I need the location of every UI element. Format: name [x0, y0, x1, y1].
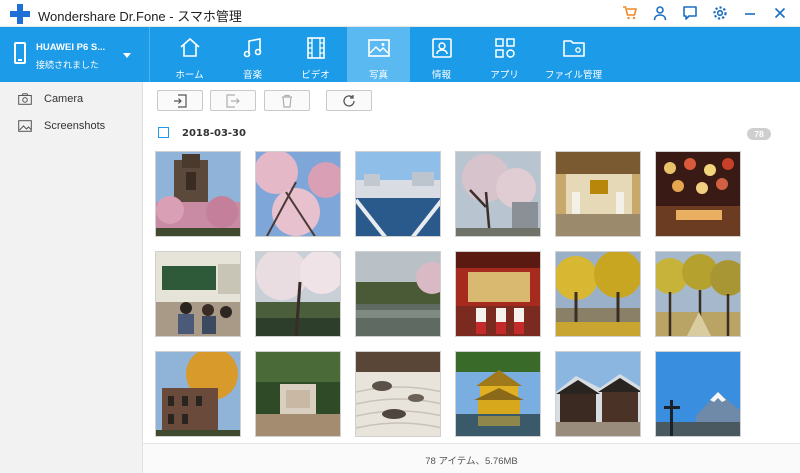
- contacts-icon: [431, 38, 452, 58]
- chevron-down-icon[interactable]: [123, 53, 131, 58]
- folder-icon: [562, 40, 585, 57]
- tab-label: 情報: [431, 70, 451, 81]
- close-icon[interactable]: [770, 3, 790, 23]
- phone-icon: [14, 42, 26, 64]
- title-bar: Wondershare Dr.Fone - スマホ管理: [0, 0, 800, 27]
- photo-thumbnail[interactable]: [155, 151, 241, 237]
- photo-main-panel: 2018-03-30 78 78 アイテム、5.76MB: [143, 82, 800, 473]
- photo-thumbnail[interactable]: [655, 151, 741, 237]
- export-icon: [226, 93, 240, 108]
- status-bar: 78 アイテム、5.76MB: [143, 443, 800, 473]
- tab-apps[interactable]: アプリ: [473, 27, 536, 82]
- cart-icon[interactable]: [620, 3, 640, 23]
- photo-thumbnail[interactable]: [555, 351, 641, 437]
- tab-file-manager[interactable]: ファイル管理: [536, 27, 611, 82]
- photo-icon: [367, 39, 390, 57]
- app-title: Wondershare Dr.Fone - スマホ管理: [38, 9, 242, 24]
- import-button[interactable]: [157, 90, 203, 111]
- minimize-icon[interactable]: [740, 3, 760, 23]
- device-name: HUAWEI P6 S...: [36, 42, 106, 53]
- tab-label: ファイル管理: [544, 70, 602, 81]
- photo-count-badge: 78: [747, 128, 771, 140]
- photo-thumbnail[interactable]: [255, 351, 341, 437]
- settings-gear-icon[interactable]: [710, 3, 730, 23]
- photo-thumbnail[interactable]: [555, 251, 641, 337]
- nav-bar: HUAWEI P6 S... 接続されました ホーム 音楽 ビデオ 写真 情報 …: [0, 27, 800, 82]
- photo-thumbnail[interactable]: [655, 351, 741, 437]
- photo-thumbnail[interactable]: [555, 151, 641, 237]
- trash-icon: [282, 94, 292, 108]
- tab-photos[interactable]: 写真: [347, 27, 410, 82]
- feedback-icon[interactable]: [680, 3, 700, 23]
- tab-music[interactable]: 音楽: [221, 27, 284, 82]
- photo-toolbar: [143, 82, 800, 116]
- tab-label: ビデオ: [301, 70, 330, 81]
- tab-label: 音楽: [242, 70, 262, 81]
- group-date: 2018-03-30: [182, 128, 246, 139]
- photo-thumbnail[interactable]: [455, 351, 541, 437]
- photo-thumbnail[interactable]: [655, 251, 741, 337]
- home-icon: [179, 37, 200, 57]
- photo-thumbnail[interactable]: [255, 151, 341, 237]
- tab-home[interactable]: ホーム: [158, 27, 221, 82]
- photo-thumbnail[interactable]: [455, 251, 541, 337]
- screenshots-icon: [18, 120, 32, 132]
- import-icon: [174, 93, 187, 108]
- photo-thumbnail[interactable]: [155, 351, 241, 437]
- sidebar-item-camera[interactable]: Camera: [18, 90, 83, 108]
- device-selector[interactable]: HUAWEI P6 S... 接続されました: [0, 27, 150, 82]
- delete-button[interactable]: [264, 90, 310, 111]
- sidebar-item-label: Camera: [44, 93, 84, 105]
- status-summary: 78 アイテム、5.76MB: [425, 456, 518, 467]
- video-icon: [306, 37, 325, 59]
- sidebar-item-screenshots[interactable]: Screenshots: [18, 117, 105, 135]
- photo-thumbnail[interactable]: [455, 151, 541, 237]
- tab-info[interactable]: 情報: [410, 27, 473, 82]
- photo-thumbnail[interactable]: [355, 251, 441, 337]
- drfone-logo-icon: [10, 4, 30, 24]
- photo-thumbnail[interactable]: [355, 351, 441, 437]
- refresh-button[interactable]: [326, 90, 372, 111]
- date-group-header: 2018-03-30 78: [143, 122, 800, 146]
- main-tabs: ホーム 音楽 ビデオ 写真 情報 アプリ ファイル管理: [158, 27, 611, 82]
- device-status: 接続されました: [36, 60, 100, 70]
- export-button[interactable]: [210, 90, 256, 111]
- user-icon[interactable]: [650, 3, 670, 23]
- photo-thumbnail[interactable]: [255, 251, 341, 337]
- photo-thumbnail[interactable]: [355, 151, 441, 237]
- refresh-icon: [343, 94, 355, 107]
- photo-thumbnail[interactable]: [155, 251, 241, 337]
- music-icon: [243, 38, 261, 58]
- tab-video[interactable]: ビデオ: [284, 27, 347, 82]
- photo-grid: [155, 151, 775, 443]
- tab-label: 写真: [368, 70, 388, 81]
- tab-label: アプリ: [490, 70, 519, 81]
- apps-icon: [494, 38, 515, 58]
- tab-label: ホーム: [175, 70, 204, 81]
- select-all-checkbox[interactable]: [158, 127, 169, 138]
- camera-icon: [18, 93, 32, 105]
- sidebar-item-label: Screenshots: [44, 120, 106, 132]
- sidebar: Camera Screenshots: [0, 82, 143, 473]
